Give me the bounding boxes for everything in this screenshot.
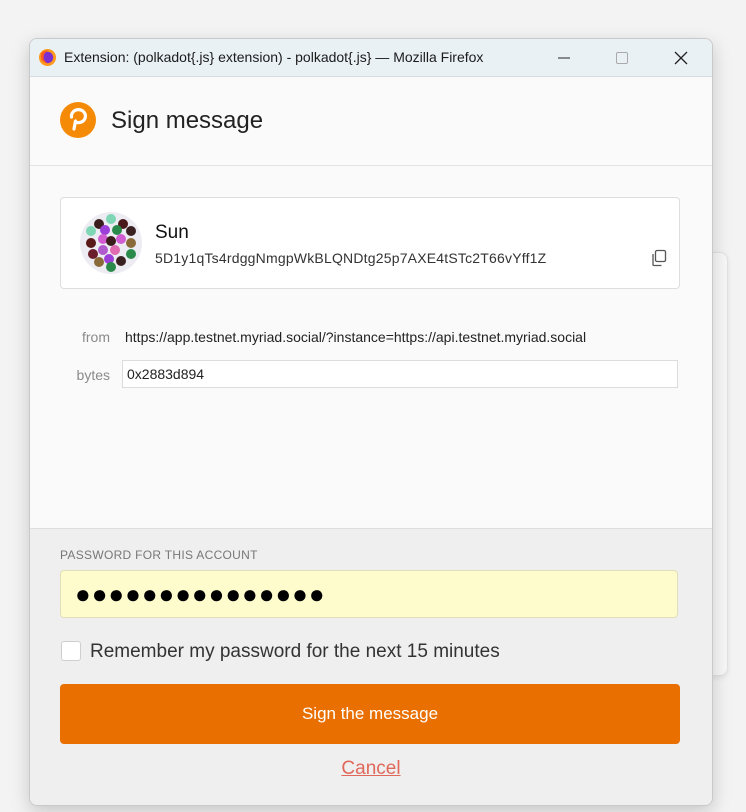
polkadot-logo-icon [60,102,96,138]
account-identicon [80,212,142,274]
close-icon [674,51,688,64]
account-name: Sun [155,222,189,243]
sign-message-button[interactable]: Sign the message [60,684,680,744]
window-titlebar: Extension: (polkadot{.js} extension) - p… [30,39,712,77]
window-title: Extension: (polkadot{.js} extension) - p… [64,49,484,65]
page-title: Sign message [111,107,264,134]
close-button[interactable] [658,39,704,76]
password-input[interactable] [60,570,678,618]
bytes-value: 0x2883d894 [127,366,205,382]
bytes-field[interactable]: 0x2883d894 [122,360,678,388]
minimize-button[interactable] [541,39,587,76]
maximize-button[interactable] [599,39,645,76]
password-section: PASSWORD FOR THIS ACCOUNT Remember my pa… [30,528,712,805]
account-address: 5D1y1qTs4rdggNmgpWkBLQNDtg25p7AXE4tSTc2T… [155,250,547,266]
firefox-icon [38,48,57,67]
firefox-popup-window: Extension: (polkadot{.js} extension) - p… [29,38,713,806]
password-label: PASSWORD FOR THIS ACCOUNT [60,548,258,562]
cancel-link[interactable]: Cancel [30,758,712,780]
maximize-icon [616,51,628,64]
bytes-label: bytes [76,367,110,383]
page-header: Sign message [30,77,712,166]
copy-icon[interactable] [650,249,668,267]
from-label: from [82,329,110,345]
remember-password-checkbox[interactable] [61,641,81,661]
account-card: Sun 5D1y1qTs4rdggNmgpWkBLQNDtg25p7AXE4tS… [60,197,680,289]
minimize-icon [558,57,570,58]
remember-password-label[interactable]: Remember my password for the next 15 min… [90,641,500,663]
from-value: https://app.testnet.myriad.social/?insta… [125,329,587,345]
